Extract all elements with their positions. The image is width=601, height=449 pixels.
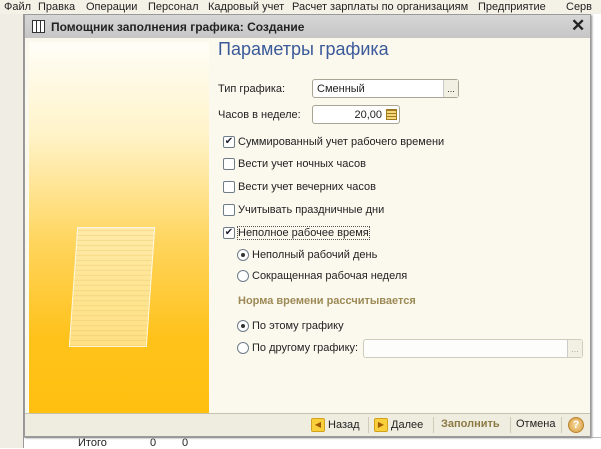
select-button[interactable]: ... <box>443 80 458 97</box>
cancel-label: Отмена <box>516 418 556 430</box>
schedule-type-label: Тип графика: <box>218 83 286 95</box>
grid-value-1: 0 <box>150 437 157 449</box>
radio[interactable] <box>237 320 249 332</box>
button-bar: ◀ Назад ▶ Далее Заполнить Отмена ? <box>25 413 590 436</box>
checkbox-label: Неполное рабочее время <box>237 226 370 240</box>
menu-edit[interactable]: Правка <box>38 1 75 13</box>
wizard-banner-image <box>29 42 209 413</box>
main-menu-bar: Файл Правка Операции Персонал Кадровый у… <box>0 0 601 14</box>
menu-hr[interactable]: Кадровый учет <box>208 1 284 13</box>
checkbox[interactable]: ✔ <box>223 136 235 148</box>
checkbox-holidays[interactable]: Учитывать праздничные дни <box>223 203 384 217</box>
radio-label: По другому графику: <box>252 342 359 354</box>
back-label: Назад <box>328 419 360 431</box>
radio[interactable] <box>237 270 249 282</box>
arrow-left-icon: ◀ <box>311 418 325 432</box>
title-bar[interactable]: Помощник заполнения графика: Создание ✕ <box>25 15 590 38</box>
cancel-button[interactable]: Отмена <box>516 418 555 430</box>
checkbox-night-hours[interactable]: Вести учет ночных часов <box>223 157 366 171</box>
checkbox[interactable] <box>223 158 235 170</box>
arrow-right-icon: ▶ <box>374 418 388 432</box>
checkbox-label: Суммированный учет рабочего времени <box>238 136 445 148</box>
desk-calendar-illustration <box>68 227 156 347</box>
grid-value-2: 0 <box>182 437 189 449</box>
schedule-type-field[interactable]: Сменный ... <box>312 79 459 98</box>
divider <box>433 417 434 433</box>
radio-short-week[interactable]: Сокращенная рабочая неделя <box>237 269 407 283</box>
divider <box>510 417 511 433</box>
menu-file[interactable]: Файл <box>4 1 31 13</box>
divider <box>561 417 562 433</box>
norm-section-heading: Норма времени рассчитывается <box>238 295 416 307</box>
radio-label: По этому графику <box>252 320 344 332</box>
radio-label: Сокращенная рабочая неделя <box>252 270 408 282</box>
radio-part-day[interactable]: Неполный рабочий день <box>237 248 377 262</box>
menu-personnel[interactable]: Персонал <box>148 1 199 13</box>
hours-label: Часов в неделе: <box>218 109 301 121</box>
dialog-title: Помощник заполнения графика: Создание <box>51 20 305 34</box>
menu-service[interactable]: Серв <box>566 1 592 13</box>
fill-button[interactable]: Заполнить <box>441 418 500 430</box>
close-icon[interactable]: ✕ <box>571 16 585 36</box>
checkbox[interactable] <box>223 181 235 193</box>
checkbox-summarized[interactable]: ✔ Суммированный учет рабочего времени <box>223 135 444 149</box>
page-title: Параметры графика <box>218 39 389 59</box>
checkbox-evening-hours[interactable]: Вести учет вечерних часов <box>223 180 376 194</box>
checkbox-label: Вести учет вечерних часов <box>238 181 376 193</box>
checkbox-label: Вести учет ночных часов <box>238 158 366 170</box>
menu-operations[interactable]: Операции <box>86 1 137 13</box>
help-icon[interactable]: ? <box>568 417 584 433</box>
back-button[interactable]: ◀ Назад <box>311 418 360 432</box>
select-button[interactable]: ... <box>567 340 582 357</box>
hours-input[interactable]: 20,00 <box>312 105 400 124</box>
grid-total-label: Итого <box>78 437 107 449</box>
radio-this-schedule[interactable]: По этому графику <box>237 319 344 333</box>
menu-enterprise[interactable]: Предприятие <box>478 1 546 13</box>
menu-payroll[interactable]: Расчет зарплаты по организациям <box>292 1 468 13</box>
checkbox-label: Учитывать праздничные дни <box>238 204 385 216</box>
radio-label: Неполный рабочий день <box>252 249 378 261</box>
schedule-wizard-dialog: Помощник заполнения графика: Создание ✕ … <box>24 14 591 437</box>
background-toolbar <box>0 14 24 448</box>
calculator-icon[interactable] <box>386 109 397 120</box>
checkbox[interactable]: ✔ <box>223 227 235 239</box>
checkbox[interactable] <box>223 204 235 216</box>
other-schedule-field[interactable]: ... <box>363 339 583 358</box>
radio[interactable] <box>237 249 249 261</box>
calendar-icon <box>32 20 45 33</box>
background-grid-row: Итого 0 0 <box>24 437 601 449</box>
schedule-type-value: Сменный <box>317 83 365 95</box>
next-label: Далее <box>391 419 424 431</box>
radio-other-schedule[interactable]: По другому графику: <box>237 341 358 355</box>
checkbox-part-time[interactable]: ✔ Неполное рабочее время <box>223 226 370 240</box>
radio[interactable] <box>237 342 249 354</box>
fill-label: Заполнить <box>441 418 500 430</box>
divider <box>368 417 369 433</box>
hours-value: 20,00 <box>354 109 382 121</box>
next-button[interactable]: ▶ Далее <box>374 418 423 432</box>
